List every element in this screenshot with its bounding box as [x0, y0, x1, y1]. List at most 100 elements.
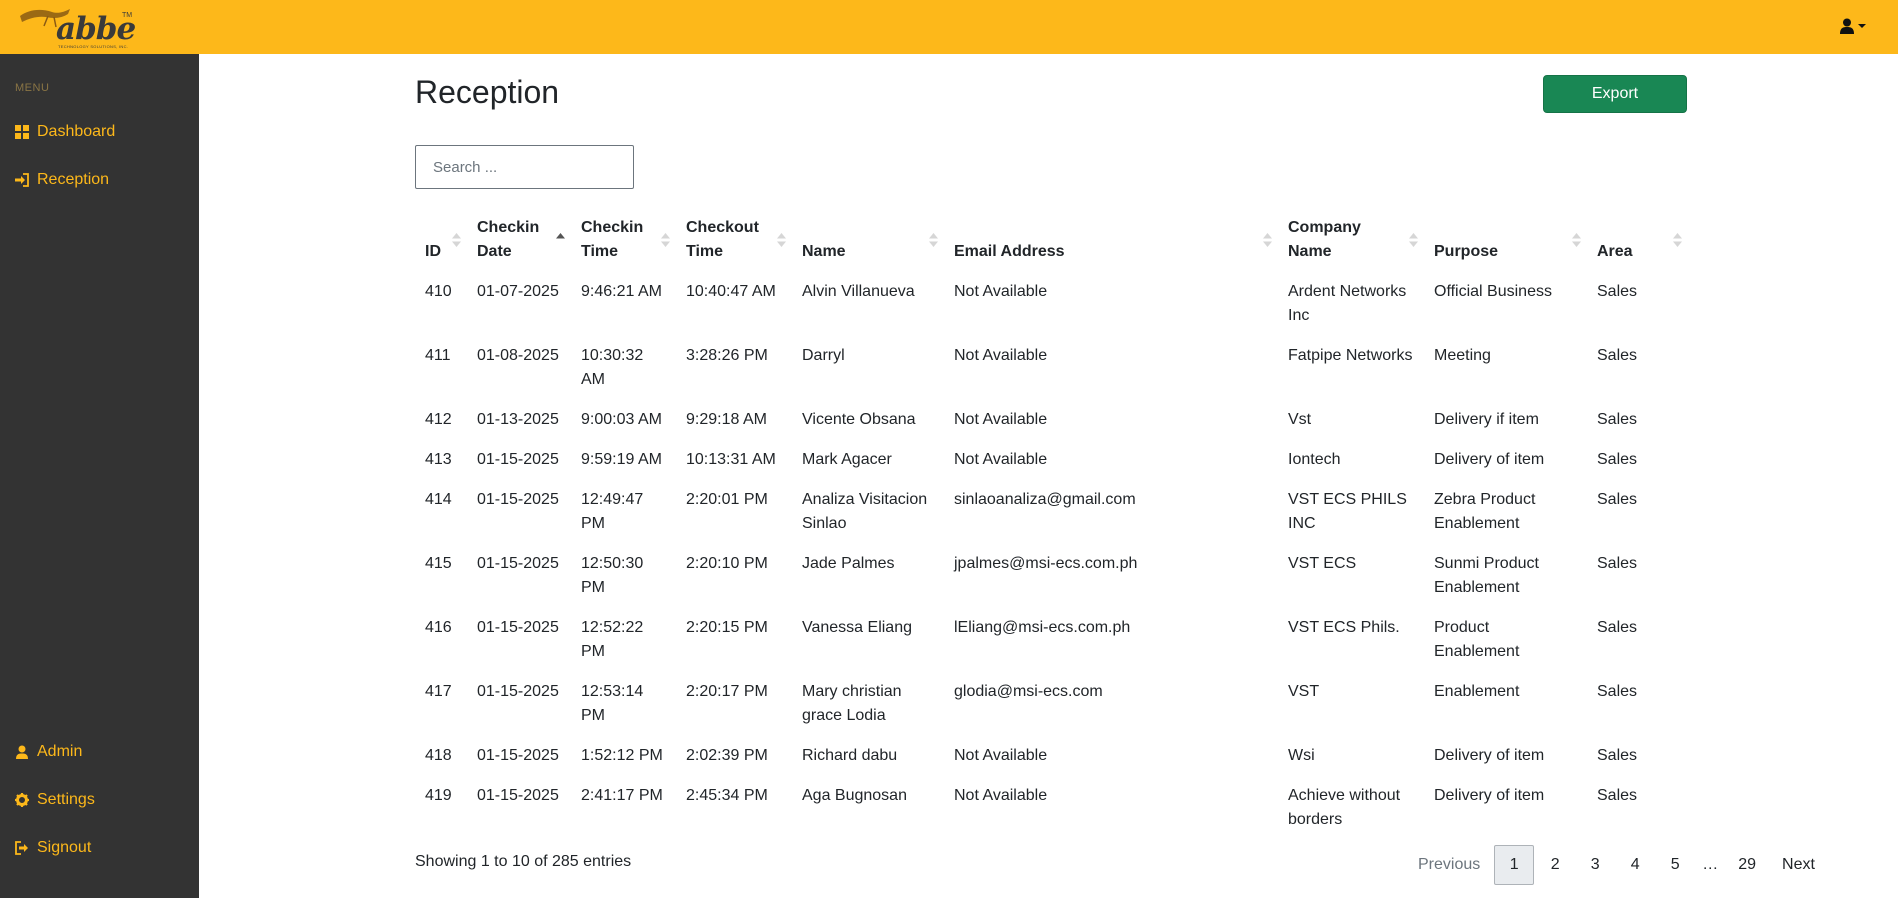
- table-row[interactable]: 412 01-13-2025 9:00:03 AM 9:29:18 AM Vicente…: [415, 400, 1688, 440]
- table-cell: Delivery if item: [1434, 411, 1539, 428]
- table-row[interactable]: 410 01-07-2025 9:46:21 AM 10:40:47 AM Alvin …: [415, 272, 1688, 336]
- column-header-line1: Checkin: [477, 219, 540, 236]
- pagination-next[interactable]: Next: [1769, 845, 1828, 885]
- table-cell: 9:59:19 AM: [581, 451, 662, 468]
- table-cell: 414: [425, 491, 452, 508]
- table-cell: 2:45:34 PM: [686, 787, 768, 804]
- sidebar-item-dashboard[interactable]: Dashboard: [15, 120, 115, 144]
- sidebar-item-reception[interactable]: Reception: [15, 168, 109, 192]
- column-header[interactable]: ID: [415, 208, 467, 272]
- sidebar-item-settings[interactable]: Settings: [15, 788, 95, 812]
- sort-icon: [1409, 233, 1418, 247]
- table-cell: 416: [425, 619, 452, 636]
- table-cell: 2:20:01 PM: [686, 491, 768, 508]
- sort-icon: [1673, 233, 1682, 247]
- sort-icon: [929, 233, 938, 247]
- menu-label: MENU: [15, 82, 50, 94]
- column-header[interactable]: Purpose: [1424, 208, 1587, 272]
- table-row[interactable]: 417 01-15-2025 12:53:14 PM 2:20:17 PM Mary c…: [415, 672, 1688, 736]
- column-header[interactable]: Area: [1587, 208, 1688, 272]
- table-cell: Delivery of item: [1434, 747, 1545, 764]
- sidebar-item-admin[interactable]: Admin: [15, 740, 82, 764]
- table-cell: Sunmi Product Enablement: [1434, 555, 1539, 596]
- table-cell: 415: [425, 555, 452, 572]
- column-header[interactable]: Email Address: [944, 208, 1278, 272]
- pagination-page-2[interactable]: 2: [1535, 845, 1575, 885]
- sidebar-item-signout[interactable]: Signout: [15, 836, 91, 860]
- pagination-page-1[interactable]: 1: [1494, 845, 1535, 885]
- gear-icon: [15, 793, 29, 807]
- table-cell: 2:20:17 PM: [686, 683, 768, 700]
- table-cell: 10:13:31 AM: [686, 451, 776, 468]
- pagination-page-3[interactable]: 3: [1575, 845, 1615, 885]
- column-header[interactable]: Checkout Time: [676, 208, 792, 272]
- table-row[interactable]: 411 01-08-2025 10:30:32 AM 3:28:26 PM Darryl…: [415, 336, 1688, 400]
- table-row[interactable]: 419 01-15-2025 2:41:17 PM 2:45:34 PM Aga Bug…: [415, 776, 1688, 840]
- table-cell: Aga Bugnosan: [802, 787, 907, 804]
- table-cell: Not Available: [954, 283, 1048, 300]
- column-header-line2: Date: [477, 243, 512, 260]
- table-cell: 10:30:32 AM: [581, 347, 644, 388]
- search-input[interactable]: [415, 145, 634, 189]
- column-header-line1: [1434, 216, 1577, 240]
- column-header-line2: Email Address: [954, 243, 1065, 260]
- column-header-line2: Time: [581, 243, 619, 260]
- table-row[interactable]: 415 01-15-2025 12:50:30 PM 2:20:10 PM Jade P…: [415, 544, 1688, 608]
- table-cell: VST ECS Phils.: [1288, 619, 1400, 636]
- table-cell: Meeting: [1434, 347, 1491, 364]
- table-cell: 9:29:18 AM: [686, 411, 767, 428]
- table-cell: Not Available: [954, 347, 1048, 364]
- abbe-logo[interactable]: abbe TM TECHNOLOGY SOLUTIONS, INC.: [18, 6, 138, 50]
- table-row[interactable]: 418 01-15-2025 1:52:12 PM 2:02:39 PM Richard…: [415, 736, 1688, 776]
- sort-icon: [661, 233, 670, 247]
- table-cell: Not Available: [954, 747, 1048, 764]
- column-header-line2: Name: [1288, 243, 1332, 260]
- column-header[interactable]: Checkin Time: [571, 208, 676, 272]
- pagination-previous[interactable]: Previous: [1405, 845, 1493, 885]
- column-header-line1: Company: [1288, 219, 1361, 236]
- table-cell: Enablement: [1434, 683, 1520, 700]
- column-header-line1: Checkin: [581, 219, 644, 236]
- user-icon: [15, 745, 29, 759]
- main-content: Reception Export ID Checkin Date Checkin Tim…: [199, 54, 1898, 898]
- dashboard-icon: [15, 125, 29, 139]
- sort-ascending-icon: [556, 233, 565, 239]
- table-cell: 12:53:14 PM: [581, 683, 644, 724]
- user-menu-dropdown[interactable]: [1840, 14, 1874, 38]
- table-row[interactable]: 414 01-15-2025 12:49:47 PM 2:20:01 PM Analiz…: [415, 480, 1688, 544]
- pagination-page-4[interactable]: 4: [1615, 845, 1655, 885]
- table-cell: 2:41:17 PM: [581, 787, 663, 804]
- logo-trademark: TM: [122, 12, 133, 19]
- table-cell: Not Available: [954, 411, 1048, 428]
- table-cell: 9:46:21 AM: [581, 283, 662, 300]
- column-header[interactable]: Checkin Date: [467, 208, 571, 272]
- table-cell: glodia@msi-ecs.com: [954, 683, 1103, 700]
- table-row[interactable]: 416 01-15-2025 12:52:22 PM 2:20:15 PM Vaness…: [415, 608, 1688, 672]
- column-header-line2: Area: [1597, 243, 1633, 260]
- table-row[interactable]: 413 01-15-2025 9:59:19 AM 10:13:31 AM Mark A…: [415, 440, 1688, 480]
- table-cell: Zebra Product Enablement: [1434, 491, 1536, 532]
- column-header[interactable]: Company Name: [1278, 208, 1424, 272]
- table-cell: Darryl: [802, 347, 845, 364]
- column-header-line1: [954, 216, 1268, 240]
- table-cell: Vanessa Eliang: [802, 619, 912, 636]
- table-cell: lEliang@msi-ecs.com.ph: [954, 619, 1131, 636]
- pagination-page-29[interactable]: 29: [1725, 845, 1769, 885]
- sign-in-icon: [15, 173, 29, 187]
- table-cell: Ardent Networks Inc: [1288, 283, 1407, 324]
- table-cell: 2:02:39 PM: [686, 747, 768, 764]
- column-header-line1: [1597, 216, 1678, 240]
- table-cell: VST: [1288, 683, 1320, 700]
- export-button[interactable]: Export: [1543, 75, 1687, 113]
- table-cell: 412: [425, 411, 452, 428]
- sort-icon: [452, 233, 461, 247]
- column-header[interactable]: Name: [792, 208, 944, 272]
- table-cell: 01-13-2025: [477, 411, 559, 428]
- page-title: Reception: [415, 74, 560, 110]
- pagination-page-5[interactable]: 5: [1655, 845, 1695, 885]
- table-cell: 418: [425, 747, 452, 764]
- table-cell: Sales: [1597, 787, 1638, 804]
- logo-subtitle: TECHNOLOGY SOLUTIONS, INC.: [58, 44, 129, 49]
- table-cell: Sales: [1597, 451, 1638, 468]
- table-cell: VST ECS: [1288, 555, 1357, 572]
